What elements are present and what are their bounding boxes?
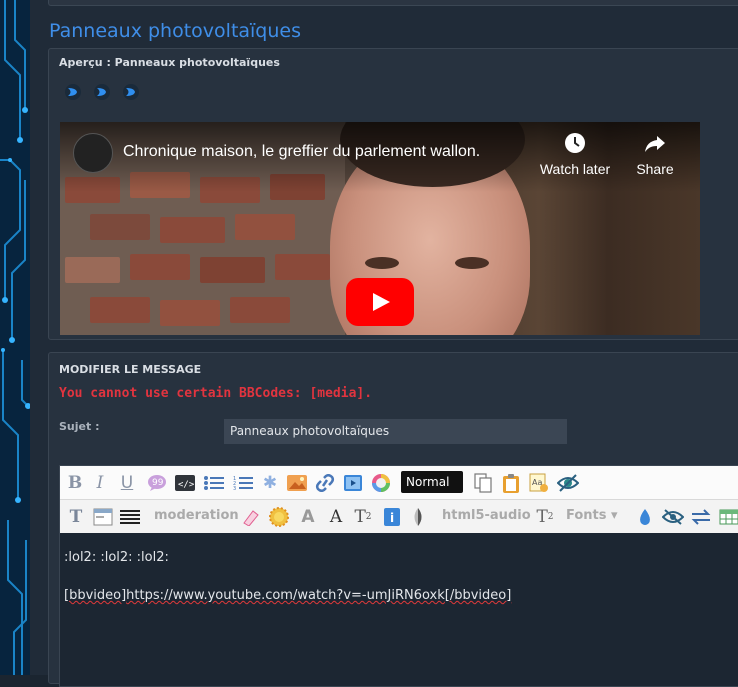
main-content: Panneaux photovoltaïques Aperçu : Pannea… <box>30 0 738 687</box>
bullet-list-icon[interactable] <box>203 473 225 493</box>
share-arrow-icon <box>645 136 665 152</box>
edit-header: MODIFIER LE MESSAGE <box>59 363 202 376</box>
info-icon[interactable]: i <box>382 507 402 527</box>
link-icon[interactable] <box>314 473 336 493</box>
hidden-eye-icon[interactable] <box>662 507 684 527</box>
highlight-icon[interactable] <box>240 507 262 527</box>
circuit-sidebar <box>0 0 30 675</box>
preview-panel: Aperçu : Panneaux photovoltaïques Chroni… <box>48 48 738 340</box>
swap-arrows-icon[interactable] <box>690 507 712 527</box>
font-size-select[interactable]: Normal ⌄ <box>401 471 463 511</box>
copy-icon[interactable] <box>472 473 494 493</box>
smiley-row <box>64 83 140 101</box>
superscript-icon[interactable]: T2 <box>352 507 374 527</box>
html5-audio-button[interactable]: html5-audio <box>442 508 531 523</box>
sun-icon[interactable] <box>268 507 290 527</box>
numbered-list-icon[interactable]: 123 <box>232 473 254 493</box>
underline-icon[interactable]: U <box>118 473 136 493</box>
paste-icon[interactable] <box>500 473 522 493</box>
bbvideo-close-tag: [/bbvideo] <box>444 588 512 603</box>
code-icon[interactable]: </> <box>174 473 196 493</box>
share-button[interactable]: Share <box>630 132 680 177</box>
moderation-button[interactable]: moderation <box>154 508 239 523</box>
previous-panel-edge <box>48 0 738 6</box>
fonts-dropdown[interactable]: Fonts ▾ <box>566 508 618 523</box>
message-editor[interactable]: B I U 99 </> 123 ✱ Normal ⌄ Aa T <box>59 465 738 687</box>
error-message: You cannot use certain BBCodes: [media]. <box>59 386 373 401</box>
image-icon[interactable] <box>286 473 308 493</box>
arrow-smiley-icon <box>65 84 81 100</box>
circuit-pattern <box>0 0 30 675</box>
window-icon[interactable] <box>92 507 114 527</box>
text-style-icon[interactable]: T <box>66 507 86 527</box>
editor-toolbar-row-1: B I U 99 </> 123 ✱ Normal ⌄ Aa <box>60 466 738 511</box>
edit-message-panel: MODIFIER LE MESSAGE You cannot use certa… <box>48 352 738 687</box>
contrast-icon[interactable] <box>408 507 428 527</box>
video-icon[interactable] <box>342 473 364 493</box>
subject-label: Sujet : <box>59 420 100 433</box>
preview-header: Aperçu : Panneaux photovoltaïques <box>59 56 280 69</box>
play-button[interactable] <box>346 278 414 326</box>
font-shadow-icon[interactable]: A <box>326 507 346 527</box>
font-outline-icon[interactable]: A <box>298 507 318 527</box>
subscript-icon[interactable]: T2 <box>534 507 556 527</box>
table-icon[interactable] <box>718 507 738 527</box>
bbvideo-url: https://www.youtube.com/watch?v=-umJiRN6… <box>126 588 445 603</box>
svg-text:i: i <box>390 511 394 525</box>
watch-later-button[interactable]: Watch later <box>538 132 612 177</box>
color-picker-icon[interactable] <box>370 473 392 493</box>
editor-toolbar-row-2: T moderation A A T2 i html5-audio T2 Fon… <box>60 500 738 533</box>
spellcheck-icon[interactable]: Aa <box>528 473 550 493</box>
italic-icon[interactable]: I <box>92 473 108 493</box>
svg-text:3: 3 <box>233 486 236 491</box>
bbvideo-open-tag: [bbvideo] <box>64 588 127 603</box>
page-title: Panneaux photovoltaïques <box>49 20 302 42</box>
quote-icon[interactable]: 99 <box>146 473 168 493</box>
list-item-star-icon[interactable]: ✱ <box>260 473 280 493</box>
video-title[interactable]: Chronique maison, le greffier du parleme… <box>123 143 480 161</box>
svg-text:99: 99 <box>152 478 164 488</box>
video-embed[interactable]: Chronique maison, le greffier du parleme… <box>60 122 700 335</box>
arrow-smiley-icon <box>94 84 110 100</box>
watch-later-label: Watch later <box>539 161 611 177</box>
bold-icon[interactable]: B <box>66 473 84 493</box>
content-line-bbvideo: [bbvideo]https://www.youtube.com/watch?v… <box>64 586 511 606</box>
water-drop-icon[interactable] <box>636 507 654 527</box>
align-justify-icon[interactable] <box>120 507 140 527</box>
svg-text:</>: </> <box>178 480 195 490</box>
preview-eye-icon[interactable] <box>556 473 580 493</box>
arrow-smiley-icon <box>123 84 139 100</box>
clock-icon <box>565 133 585 153</box>
channel-avatar[interactable] <box>73 133 113 173</box>
share-label: Share <box>636 161 674 177</box>
content-line-smileys: :lol2: :lol2: :lol2: <box>64 550 169 565</box>
message-textarea[interactable]: :lol2: :lol2: :lol2: [bbvideo]https://ww… <box>64 548 511 606</box>
dropdown-arrow-icon: ▾ <box>611 508 618 523</box>
subject-input[interactable]: Panneaux photovoltaïques <box>224 419 567 444</box>
